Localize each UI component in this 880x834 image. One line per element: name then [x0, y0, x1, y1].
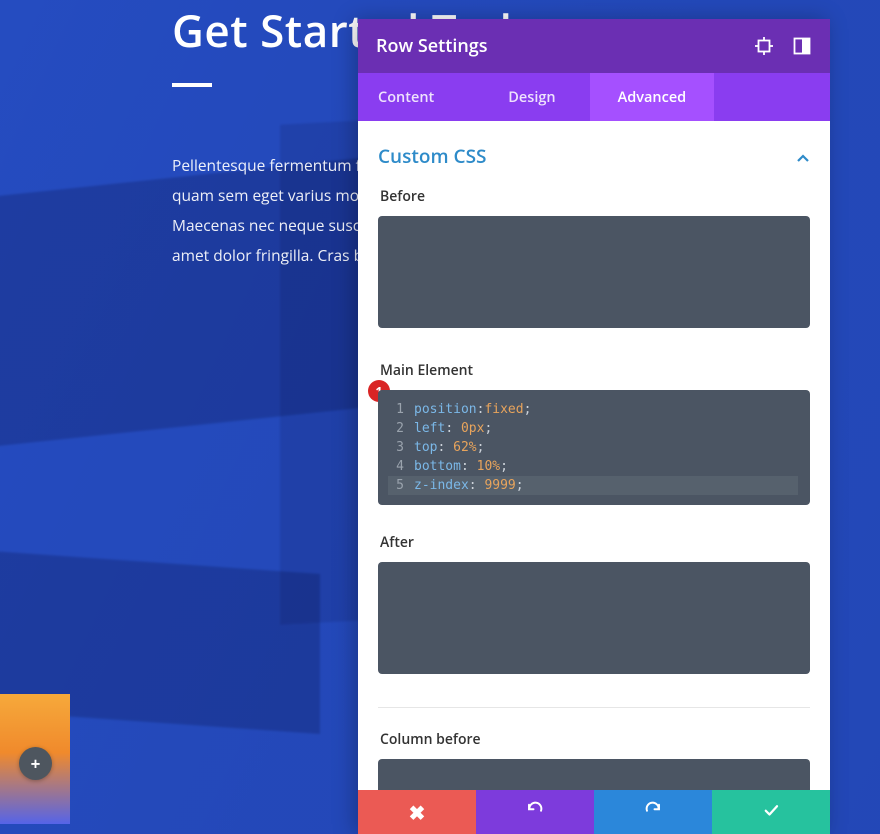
code-sep: :	[437, 440, 453, 455]
code-sep: :	[461, 459, 477, 474]
section-title: Custom CSS	[378, 143, 796, 169]
code-end: ;	[484, 421, 492, 436]
close-icon: ✖	[409, 799, 426, 826]
panel-titlebar[interactable]: Row Settings	[358, 19, 830, 73]
add-module-button[interactable]: +	[19, 747, 52, 780]
section-divider	[378, 707, 810, 708]
gutter-4: 4	[388, 457, 404, 476]
redo-button[interactable]	[594, 790, 712, 834]
tab-content[interactable]: Content	[358, 73, 474, 121]
code-prop: position	[414, 402, 477, 417]
label-after: After	[380, 533, 810, 552]
code-val: 62%	[453, 440, 476, 455]
panel-footer: ✖	[358, 790, 830, 834]
code-prop: top	[414, 440, 437, 455]
code-end: ;	[500, 459, 508, 474]
code-end: ;	[477, 440, 485, 455]
label-before: Before	[380, 187, 810, 206]
snap-right-icon[interactable]	[792, 36, 812, 56]
code-val: 10%	[477, 459, 500, 474]
code-end: ;	[524, 402, 532, 417]
gutter-5: 5	[388, 476, 404, 495]
code-end: ;	[516, 478, 524, 493]
panel-scroll-area[interactable]: Custom CSS Before Main Element 1 1positi…	[358, 121, 830, 790]
css-column-before-input[interactable]	[378, 759, 810, 790]
code-prop: z-index	[414, 478, 469, 493]
redo-icon	[644, 801, 662, 824]
label-column-before: Column before	[380, 730, 810, 749]
section-toggle-custom-css[interactable]: Custom CSS	[378, 143, 810, 169]
expand-icon[interactable]	[754, 36, 774, 56]
panel-tabs: Content Design Advanced	[358, 73, 830, 121]
row-settings-panel: Row Settings Content Design Advanced Cus…	[358, 19, 830, 834]
heading-underline	[172, 83, 212, 87]
css-after-input[interactable]	[378, 562, 810, 674]
cancel-button[interactable]: ✖	[358, 790, 476, 834]
chevron-up-icon	[796, 149, 810, 163]
code-prop: left	[414, 421, 445, 436]
code-val: fixed	[484, 402, 523, 417]
gutter-1: 1	[388, 400, 404, 419]
gutter-3: 3	[388, 438, 404, 457]
gutter-2: 2	[388, 419, 404, 438]
css-before-input[interactable]	[378, 216, 810, 328]
code-sep: :	[469, 478, 485, 493]
css-main-element-input[interactable]: 1position:fixed; 2left: 0px; 3top: 62%; …	[378, 390, 810, 505]
save-button[interactable]	[712, 790, 830, 834]
undo-button[interactable]	[476, 790, 594, 834]
code-val: 9999	[484, 478, 515, 493]
check-icon	[762, 801, 780, 824]
panel-title: Row Settings	[376, 34, 736, 58]
tab-advanced[interactable]: Advanced	[590, 73, 715, 121]
code-prop: bottom	[414, 459, 461, 474]
code-val: 0px	[461, 421, 484, 436]
code-sep: :	[445, 421, 461, 436]
tab-design[interactable]: Design	[474, 73, 589, 121]
undo-icon	[526, 801, 544, 824]
label-main-element: Main Element	[380, 361, 810, 380]
